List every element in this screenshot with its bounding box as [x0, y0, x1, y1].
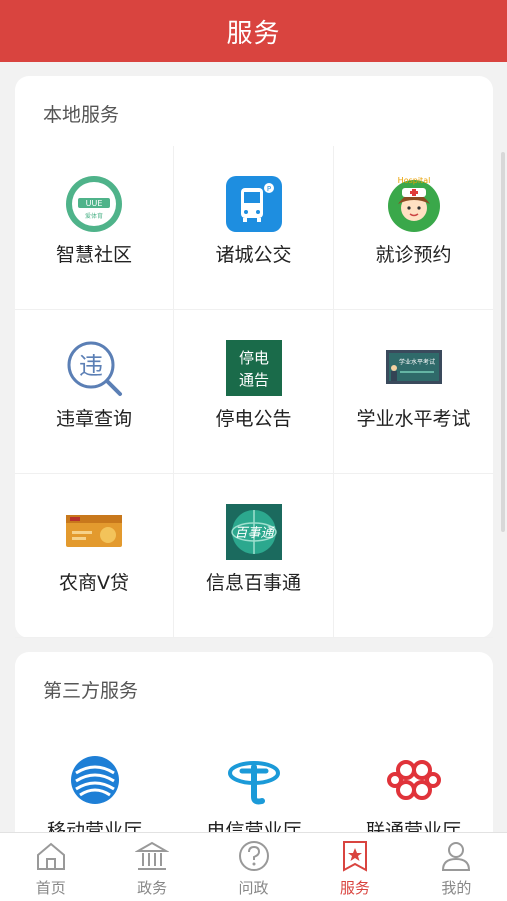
scrollbar[interactable] [501, 152, 505, 532]
service-label: 停电公告 [215, 408, 292, 430]
service-loan[interactable]: 农商V贷 [15, 474, 174, 638]
tab-label: 服务 [339, 879, 370, 897]
nurse-icon: Hospital [384, 174, 444, 234]
local-services-title: 本地服务 [43, 104, 120, 126]
bus-icon: P [224, 174, 284, 234]
local-services-card: 本地服务 UUE 爱体育 智慧社区 P 诸城公交 Hospital 就诊预约 违… [15, 76, 493, 638]
tab-label: 问政 [238, 879, 269, 897]
service-label: 诸城公交 [215, 244, 292, 266]
service-bus[interactable]: P 诸城公交 [174, 146, 334, 310]
service-label: 移动营业厅 [46, 820, 142, 832]
tab-services[interactable]: 服务 [304, 833, 405, 901]
china-mobile-icon [65, 750, 125, 810]
svg-text:Hospital: Hospital [397, 176, 430, 185]
service-china-unicom[interactable]: 联通营业厅 [334, 722, 493, 832]
china-unicom-icon [384, 750, 444, 810]
tab-mine[interactable]: 我的 [406, 833, 507, 901]
service-label: 农商V贷 [59, 572, 129, 594]
service-label: 信息百事通 [205, 572, 301, 594]
power-outage-icon: 停电 通告 [224, 338, 284, 398]
tab-government[interactable]: 政务 [101, 833, 202, 901]
service-china-telecom[interactable]: 电信营业厅 [174, 722, 334, 832]
service-label: 电信营业厅 [206, 820, 302, 832]
service-smart-community[interactable]: UUE 爱体育 智慧社区 [15, 146, 174, 310]
svg-text:违: 违 [79, 352, 103, 380]
service-violation-search[interactable]: 违 违章查询 [15, 310, 174, 474]
service-power-outage[interactable]: 停电 通告 停电公告 [174, 310, 334, 474]
svg-text:通告: 通告 [238, 371, 268, 389]
svg-text:UUE: UUE [86, 199, 103, 208]
empty-cell [334, 474, 493, 638]
svg-text:百事通: 百事通 [234, 526, 275, 541]
page-header: 服务 [0, 0, 507, 62]
service-appointment[interactable]: Hospital 就诊预约 [334, 146, 493, 310]
tab-home[interactable]: 首页 [0, 833, 101, 901]
user-icon [439, 839, 473, 873]
svg-text:学业水平考试: 学业水平考试 [398, 358, 434, 366]
home-icon [34, 839, 68, 873]
loan-card-icon [64, 502, 124, 562]
question-icon [237, 839, 271, 873]
svg-text:停电: 停电 [238, 349, 268, 367]
service-label: 智慧社区 [55, 244, 132, 266]
service-info[interactable]: 百事通 信息百事通 [174, 474, 334, 638]
third-party-services-card: 第三方服务 移动营业厅 电信营业厅 联通营业厅 [15, 652, 493, 832]
service-label: 学业水平考试 [356, 408, 471, 430]
tab-label: 政务 [137, 879, 168, 897]
service-label: 联通营业厅 [365, 820, 461, 832]
svg-text:爱体育: 爱体育 [85, 212, 103, 220]
third-party-services-title: 第三方服务 [43, 680, 139, 702]
tab-label: 我的 [441, 879, 472, 897]
smart-community-icon: UUE 爱体育 [64, 174, 124, 234]
service-label: 违章查询 [55, 408, 132, 430]
violation-search-icon: 违 [64, 338, 124, 398]
page-title: 服务 [226, 18, 281, 49]
service-star-icon [338, 839, 372, 873]
service-academic-exam[interactable]: 学业水平考试 学业水平考试 [334, 310, 493, 474]
info-globe-icon: 百事通 [224, 502, 284, 562]
services-scroll-area[interactable]: 本地服务 UUE 爱体育 智慧社区 P 诸城公交 Hospital 就诊预约 违… [0, 62, 507, 832]
government-icon [134, 839, 170, 873]
china-telecom-icon [224, 750, 284, 810]
service-china-mobile[interactable]: 移动营业厅 [15, 722, 174, 832]
bottom-tab-bar: 首页 政务 问政 服务 我的 [0, 832, 507, 901]
svg-text:P: P [266, 185, 270, 193]
service-label: 就诊预约 [375, 244, 452, 266]
exam-blackboard-icon: 学业水平考试 [384, 338, 444, 398]
tab-label: 首页 [35, 879, 66, 897]
tab-inquiry[interactable]: 问政 [203, 833, 304, 901]
